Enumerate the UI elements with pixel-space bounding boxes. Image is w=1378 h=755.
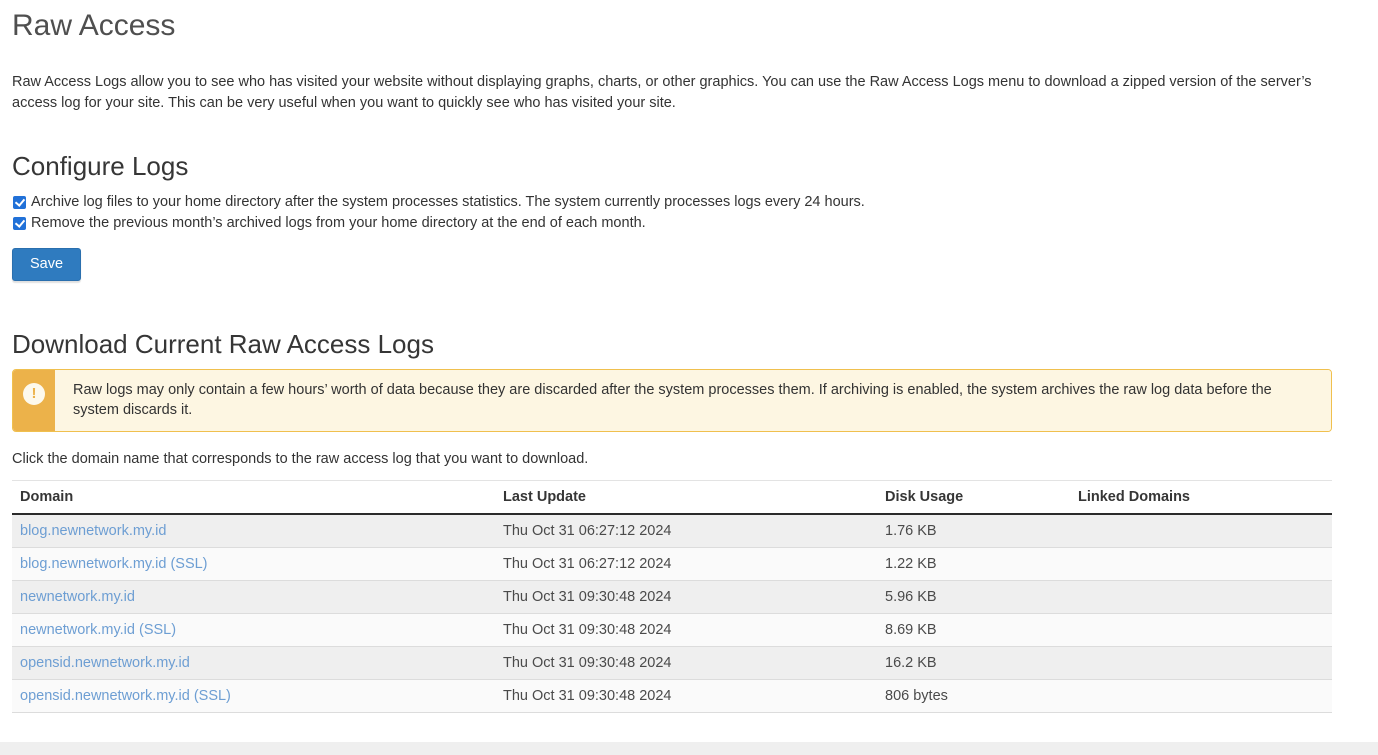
remove-archived-checkbox[interactable] xyxy=(13,217,26,230)
notice-icon-strip: ! xyxy=(13,370,55,431)
disk-usage-cell: 806 bytes xyxy=(877,680,1070,713)
archive-logs-checkbox[interactable] xyxy=(13,196,26,209)
notice-box: ! Raw logs may only contain a few hours’… xyxy=(12,369,1332,432)
last-update-cell: Thu Oct 31 06:27:12 2024 xyxy=(495,548,877,581)
table-row: opensid.newnetwork.my.id Thu Oct 31 09:3… xyxy=(12,647,1332,680)
last-update-cell: Thu Oct 31 06:27:12 2024 xyxy=(495,514,877,548)
page-footer-strip xyxy=(0,742,1378,755)
page-title: Raw Access xyxy=(12,6,1332,46)
configure-logs-heading: Configure Logs xyxy=(12,149,1332,183)
last-update-cell: Thu Oct 31 09:30:48 2024 xyxy=(495,614,877,647)
download-logs-heading: Download Current Raw Access Logs xyxy=(12,327,1332,361)
warning-icon: ! xyxy=(23,383,45,405)
archive-logs-label: Archive log files to your home directory… xyxy=(31,192,865,213)
disk-usage-cell: 8.69 KB xyxy=(877,614,1070,647)
disk-usage-cell: 5.96 KB xyxy=(877,581,1070,614)
main-content: Raw Access Raw Access Logs allow you to … xyxy=(12,6,1332,713)
table-row: opensid.newnetwork.my.id (SSL) Thu Oct 3… xyxy=(12,680,1332,713)
linked-domains-cell xyxy=(1070,581,1332,614)
col-header-domain: Domain xyxy=(12,481,495,515)
last-update-cell: Thu Oct 31 09:30:48 2024 xyxy=(495,581,877,614)
col-header-disk-usage: Disk Usage xyxy=(877,481,1070,515)
col-header-last-update: Last Update xyxy=(495,481,877,515)
page-description: Raw Access Logs allow you to see who has… xyxy=(12,72,1332,113)
table-header-row: Domain Last Update Disk Usage Linked Dom… xyxy=(12,481,1332,515)
domain-link[interactable]: blog.newnetwork.my.id xyxy=(20,523,166,539)
last-update-cell: Thu Oct 31 09:30:48 2024 xyxy=(495,647,877,680)
linked-domains-cell xyxy=(1070,614,1332,647)
disk-usage-cell: 1.22 KB xyxy=(877,548,1070,581)
disk-usage-cell: 1.76 KB xyxy=(877,514,1070,548)
disk-usage-cell: 16.2 KB xyxy=(877,647,1070,680)
table-row: blog.newnetwork.my.id Thu Oct 31 06:27:1… xyxy=(12,514,1332,548)
table-row: blog.newnetwork.my.id (SSL) Thu Oct 31 0… xyxy=(12,548,1332,581)
domain-link[interactable]: blog.newnetwork.my.id (SSL) xyxy=(20,556,208,572)
domain-link[interactable]: opensid.newnetwork.my.id xyxy=(20,655,190,671)
table-row: newnetwork.my.id Thu Oct 31 09:30:48 202… xyxy=(12,581,1332,614)
linked-domains-cell xyxy=(1070,647,1332,680)
last-update-cell: Thu Oct 31 09:30:48 2024 xyxy=(495,680,877,713)
domain-link[interactable]: newnetwork.my.id xyxy=(20,589,135,605)
table-instruction: Click the domain name that corresponds t… xyxy=(12,451,1332,467)
remove-archived-option: Remove the previous month’s archived log… xyxy=(12,213,1332,234)
linked-domains-cell xyxy=(1070,514,1332,548)
archive-logs-option: Archive log files to your home directory… xyxy=(12,192,1332,213)
domain-link[interactable]: newnetwork.my.id (SSL) xyxy=(20,622,176,638)
raw-access-logs-table: Domain Last Update Disk Usage Linked Dom… xyxy=(12,480,1332,713)
table-row: newnetwork.my.id (SSL) Thu Oct 31 09:30:… xyxy=(12,614,1332,647)
linked-domains-cell xyxy=(1070,680,1332,713)
notice-text: Raw logs may only contain a few hours’ w… xyxy=(55,370,1331,431)
linked-domains-cell xyxy=(1070,548,1332,581)
col-header-linked-domains: Linked Domains xyxy=(1070,481,1332,515)
save-button[interactable]: Save xyxy=(12,248,81,281)
domain-link[interactable]: opensid.newnetwork.my.id (SSL) xyxy=(20,688,231,704)
remove-archived-label: Remove the previous month’s archived log… xyxy=(31,213,646,234)
